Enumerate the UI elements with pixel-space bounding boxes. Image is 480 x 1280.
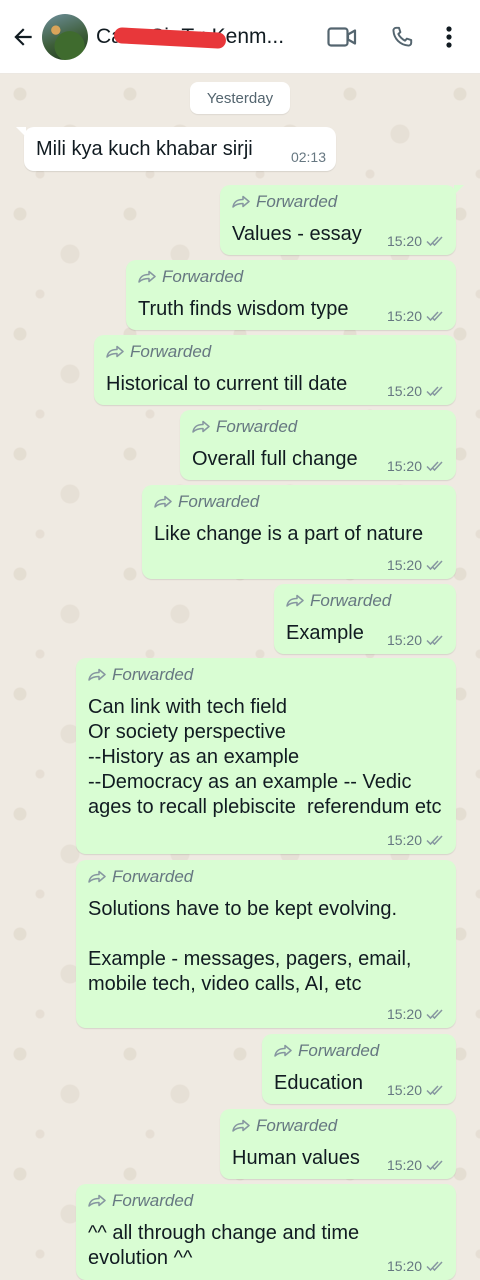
double-check-icon [426,461,443,472]
double-check-icon [426,1009,443,1020]
message-time: 15:20 [386,458,422,474]
double-check-icon [426,386,443,397]
double-check-icon [426,311,443,322]
forward-icon [286,594,304,607]
message-outgoing[interactable]: Forwarded Example 15:20 [274,584,456,654]
forwarded-label: Forwarded [112,665,194,684]
message-time: 15:20 [386,1258,422,1274]
message-time: 15:20 [386,1006,422,1022]
forwarded-label: Forwarded [216,417,298,436]
message-text: Values - essay [232,223,362,245]
forwarded-label: Forwarded [112,1191,194,1210]
message-outgoing[interactable]: Forwarded Like change is a part of natur… [142,485,456,579]
message-text: ^^ all through change and time evolution… [88,1222,365,1269]
message-text: Can link with tech field Or society pers… [88,696,442,818]
forward-icon [106,345,124,358]
message-time: 15:20 [386,632,422,648]
forward-icon [274,1044,292,1057]
message-text: Solutions have to be kept evolving. Exam… [88,898,412,995]
arrow-left-icon [14,27,32,46]
message-time: 15:20 [386,832,422,848]
forward-icon [154,495,172,508]
message-outgoing[interactable]: Forwarded Education 15:20 [262,1034,456,1104]
forwarded-label: Forwarded [256,1116,338,1135]
forward-icon [88,870,106,883]
message-time: 15:20 [386,233,422,249]
message-outgoing[interactable]: Forwarded Overall full change 15:20 [180,410,456,480]
message-time: 15:20 [386,308,422,324]
message-outgoing[interactable]: Forwarded Truth finds wisdom type 15:20 [126,260,456,330]
forwarded-label: Forwarded [298,1041,380,1060]
message-outgoing[interactable]: Forwarded Can link with tech field Or so… [76,658,456,854]
message-text: Mili kya kuch khabar sirji [36,138,253,160]
message-text: Example [286,622,364,644]
video-call-button[interactable] [312,0,372,74]
message-list[interactable]: Yesterday Mili kya kuch khabar sirji 02:… [0,74,480,1280]
avatar[interactable] [42,13,88,60]
more-options-button[interactable] [432,0,466,74]
double-check-icon [426,1160,443,1171]
phone-icon [392,26,413,47]
forward-icon [192,420,210,433]
forward-icon [232,1119,250,1132]
message-text: Education [274,1072,363,1094]
double-check-icon [426,1261,443,1272]
double-check-icon [426,1085,443,1096]
double-check-icon [426,236,443,247]
chat-header: Can't Sir Tg Kenm... [0,0,480,74]
message-outgoing[interactable]: Forwarded Values - essay 15:20 [220,185,464,255]
more-vertical-icon [446,25,452,48]
message-time: 15:20 [386,383,422,399]
message-time: 02:13 [290,149,326,165]
forwarded-label: Forwarded [256,192,338,211]
forward-icon [232,195,250,208]
forward-icon [138,270,156,283]
back-button[interactable] [4,0,42,74]
message-text: Human values [232,1147,360,1169]
message-time: 15:20 [386,557,422,573]
message-time: 15:20 [386,1082,422,1098]
video-call-icon [327,26,357,47]
message-outgoing[interactable]: Forwarded ^^ all through change and time… [76,1184,456,1280]
message-outgoing[interactable]: Forwarded Human values 15:20 [220,1109,456,1179]
date-chip: Yesterday [190,82,290,114]
message-text: Historical to current till date [106,373,348,395]
double-check-icon [426,835,443,846]
voice-call-button[interactable] [372,0,432,74]
forwarded-label: Forwarded [162,267,244,286]
message-incoming[interactable]: Mili kya kuch khabar sirji 02:13 [16,127,336,171]
message-time: 15:20 [386,1157,422,1173]
forwarded-label: Forwarded [112,867,194,886]
message-text: Like change is a part of nature [154,523,424,545]
forwarded-label: Forwarded [178,492,260,511]
forward-icon [88,668,106,681]
forwarded-label: Forwarded [310,591,392,610]
message-outgoing[interactable]: Forwarded Historical to current till dat… [94,335,456,405]
double-check-icon [426,635,443,646]
forward-icon [88,1194,106,1207]
double-check-icon [426,560,443,571]
forwarded-label: Forwarded [130,342,212,361]
message-text: Overall full change [192,448,358,470]
chat-title[interactable]: Can't Sir Tg Kenm... [96,25,306,49]
message-outgoing[interactable]: Forwarded Solutions have to be kept evol… [76,860,456,1028]
message-text: Truth finds wisdom type [138,298,349,320]
